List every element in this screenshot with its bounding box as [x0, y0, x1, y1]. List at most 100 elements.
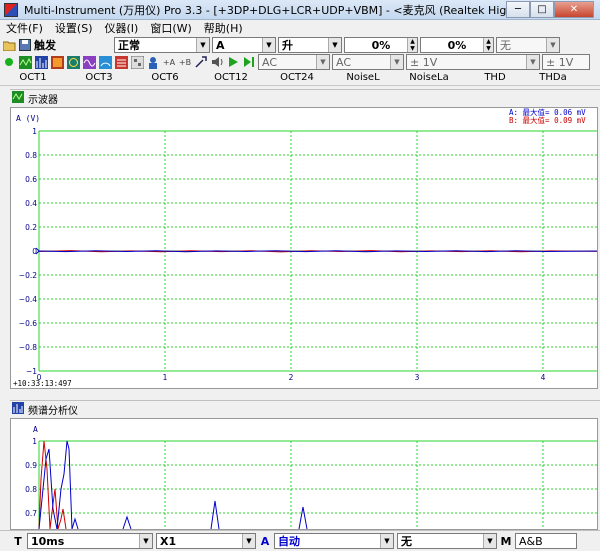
trigger-extra-select[interactable]: 无 ▼: [496, 37, 560, 53]
minimize-button[interactable]: ─: [506, 1, 530, 18]
coupling-b-value: AC: [336, 55, 352, 69]
speaker-icon[interactable]: [210, 55, 224, 69]
trigger-level-value: 0%: [371, 38, 391, 52]
spectrum-icon: [12, 402, 24, 417]
trigger-delay-stepper[interactable]: 0% ▲ ▼: [420, 37, 494, 53]
spectrum-y-axis-label: A: [33, 425, 38, 434]
coupling-b-select[interactable]: AC ▼: [332, 54, 404, 70]
time-base-select[interactable]: 10ms ▼: [27, 533, 153, 549]
menu-file[interactable]: 文件(F): [0, 20, 49, 36]
play-icon[interactable]: [226, 55, 240, 69]
trigger-channel-value: A: [216, 38, 225, 52]
instrument-toolbar: +A +B AC ▼ AC ▼ ± 1V ▼ ± 1V: [0, 54, 600, 70]
oscilloscope-svg: A (V) A: 最大值= 0.06 mV B: 最大值= 0.09 mV 1 …: [13, 108, 597, 388]
legend-b: B: 最大值= 0.09 mV: [509, 115, 586, 125]
oscilloscope-plot[interactable]: A (V) A: 最大值= 0.06 mV B: 最大值= 0.09 mV 1 …: [10, 107, 598, 389]
tab-thd[interactable]: THD: [462, 72, 528, 83]
range-b-select[interactable]: ± 1V: [542, 54, 590, 70]
measurement-tabs: OCT1 OCT3 OCT6 OCT12 OCT24 NoiseL NoiseL…: [0, 70, 600, 86]
chevron-down-icon: ▼: [526, 55, 539, 69]
y-tick: −0.8: [19, 343, 37, 352]
trigger-edge-select[interactable]: 升 ▼: [278, 37, 342, 53]
a-scale-select[interactable]: 自动 ▼: [274, 533, 394, 549]
app-logo-icon: [4, 2, 18, 17]
y-tick: 0.2: [25, 223, 37, 232]
trigger-extra-value: 无: [500, 39, 511, 52]
mode-label: M: [500, 534, 512, 548]
chevron-down-icon: ▼: [390, 55, 403, 69]
tab-oct3[interactable]: OCT3: [66, 72, 132, 83]
probe-icon[interactable]: [194, 55, 208, 69]
range-a-value: ± 1V: [410, 55, 438, 69]
close-button[interactable]: ✕: [554, 1, 594, 18]
y-tick: 0.4: [25, 199, 37, 208]
menu-settings[interactable]: 设置(S): [49, 20, 99, 36]
tab-noisel[interactable]: NoiseL: [330, 72, 396, 83]
x-tick: 4: [541, 373, 546, 382]
coupling-a-select[interactable]: AC ▼: [258, 54, 330, 70]
play-once-icon[interactable]: [242, 55, 256, 69]
timestamp: +10:33:13:497: [13, 379, 72, 388]
y-tick: 0.8: [25, 485, 37, 494]
trigger-label: 触发: [34, 39, 56, 52]
spectrum-plot[interactable]: A 1 0.9 0.8 0.7: [10, 418, 598, 530]
person-icon[interactable]: [146, 55, 160, 69]
range-a-select[interactable]: ± 1V ▼: [406, 54, 540, 70]
y-tick-labels: 1 0.8 0.6 0.4 0.2 0 −0.2 −0.4 −0.6 −0.8 …: [19, 127, 37, 376]
oscilloscope-icon[interactable]: [18, 55, 32, 69]
y-tick: 0.9: [25, 461, 37, 470]
trigger-level-stepper[interactable]: 0% ▲ ▼: [344, 37, 418, 53]
y-tick: 0.7: [25, 509, 37, 518]
menu-bar: 文件(F) 设置(S) 仪器(I) 窗口(W) 帮助(H): [0, 20, 600, 36]
maximize-button[interactable]: □: [530, 1, 554, 18]
save-icon[interactable]: [18, 38, 32, 52]
mode-value: A&B: [519, 534, 543, 548]
y-tick: 1: [32, 127, 37, 136]
spectrogram-icon[interactable]: [50, 55, 64, 69]
channel-b-icon[interactable]: +B: [178, 55, 192, 69]
spectrum-grid: [38, 440, 597, 529]
mode-select[interactable]: A&B: [515, 533, 577, 549]
tab-oct1[interactable]: OCT1: [0, 72, 66, 83]
dds-icon[interactable]: [114, 55, 128, 69]
trigger-edge-value: 升: [282, 39, 293, 52]
trigger-delay-value: 0%: [447, 38, 467, 52]
channel-a-label: A: [260, 534, 270, 548]
tab-noisela[interactable]: NoiseLa: [396, 72, 462, 83]
oscilloscope-title: 示波器: [28, 95, 58, 106]
channel-a-icon[interactable]: +A: [162, 55, 176, 69]
menu-help[interactable]: 帮助(H): [198, 20, 249, 36]
spectrum-svg: A 1 0.9 0.8 0.7: [25, 425, 597, 529]
zoom-select[interactable]: X1 ▼: [156, 533, 256, 549]
range-b-value: ± 1V: [546, 55, 574, 69]
window-title: Multi-Instrument (万用仪) Pro 3.3 - [+3DP+D…: [24, 3, 506, 17]
function-generator-icon[interactable]: [82, 55, 96, 69]
tab-oct24[interactable]: OCT24: [264, 72, 330, 83]
y-tick: 0.6: [25, 175, 37, 184]
y-tick: −1: [26, 367, 37, 376]
phase-icon[interactable]: [66, 55, 80, 69]
tab-thda[interactable]: THDa: [528, 72, 578, 83]
menu-instruments[interactable]: 仪器(I): [99, 20, 145, 36]
y-tick: 0.8: [25, 151, 37, 160]
chevron-down-icon: ▼: [242, 534, 255, 548]
trigger-mode-select[interactable]: 正常 ▼: [114, 37, 210, 53]
settings-grid-icon[interactable]: [130, 55, 144, 69]
chevron-down-icon: ▼: [380, 534, 393, 548]
extra-select[interactable]: 无 ▼: [397, 533, 497, 549]
title-bar: Multi-Instrument (万用仪) Pro 3.3 - [+3DP+D…: [0, 0, 600, 20]
chevron-down-icon: ▼: [139, 534, 152, 548]
y-tick: −0.6: [19, 319, 37, 328]
open-folder-icon[interactable]: [2, 38, 16, 52]
spectrum-icon[interactable]: [34, 55, 48, 69]
tab-oct6[interactable]: OCT6: [132, 72, 198, 83]
menu-window[interactable]: 窗口(W): [144, 20, 197, 36]
trigger-channel-select[interactable]: A ▼: [212, 37, 276, 53]
meter-icon[interactable]: [98, 55, 112, 69]
y-tick: −0.2: [19, 271, 37, 280]
spin-arrows-icon[interactable]: ▲ ▼: [407, 38, 417, 52]
spin-arrows-icon[interactable]: ▲ ▼: [483, 38, 493, 52]
run-dot-icon[interactable]: [2, 55, 16, 69]
chevron-down-icon: ▼: [196, 38, 209, 52]
tab-oct12[interactable]: OCT12: [198, 72, 264, 83]
